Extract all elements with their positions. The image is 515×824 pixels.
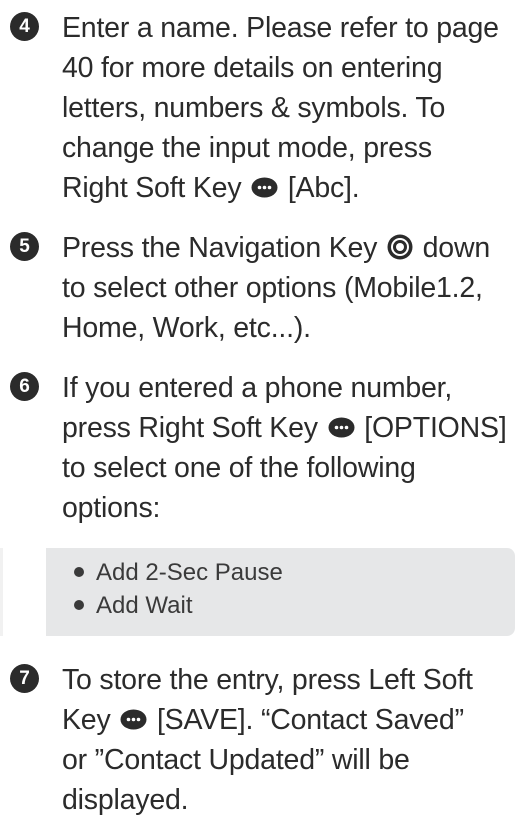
bullet-icon (74, 600, 84, 610)
manual-page: 4 Enter a name. Please refer to page 40 … (0, 0, 515, 824)
step-7-line-2: Key [SAVE]. “Contact Saved” (62, 700, 512, 740)
step-6-line-2-after: [OPTIONS] (364, 412, 507, 444)
step-5-line-1-after: down (422, 232, 491, 264)
options-list-box: Add 2-Sec Pause Add Wait (46, 548, 515, 636)
step-4-line-2: 40 for more details on entering (62, 52, 443, 84)
option-item: Add Wait (74, 589, 515, 622)
step-4-line-5: Right Soft Key [Abc]. (62, 168, 512, 208)
step-7-line-3: or ”Contact Updated” will be (62, 744, 410, 776)
step-6-line-4: options: (62, 492, 161, 524)
step-6-line-2: press Right Soft Key [OPTIONS] (62, 408, 512, 448)
options-list: Add 2-Sec Pause Add Wait (46, 548, 515, 622)
step-5-line-1-before: Press the Navigation Key (62, 232, 378, 264)
step-5-line-2: to select other options (Mobile1.2, (62, 272, 483, 304)
step-6-line-3: to select one of the following (62, 452, 416, 484)
soft-key-icon (328, 417, 355, 438)
step-4-line-1: Enter a name. Please refer to page (62, 12, 499, 44)
step-7-line-2-before: Key (62, 704, 111, 736)
step-6-text: If you entered a phone number, press Rig… (62, 368, 512, 528)
options-edge-line (0, 548, 3, 636)
step-7-text: To store the entry, press Left Soft Key … (62, 660, 512, 820)
step-4-text: Enter a name. Please refer to page 40 fo… (62, 8, 512, 208)
soft-key-icon (251, 177, 278, 198)
step-4-line-4: change the input mode, press (62, 132, 432, 164)
step-4-line-5-after: [Abc]. (287, 172, 360, 204)
step-4-line-3: letters, numbers & symbols. To (62, 92, 446, 124)
step-6-line-1: If you entered a phone number, (62, 372, 453, 404)
step-number-4: 4 (10, 12, 39, 41)
option-item: Add 2-Sec Pause (74, 556, 515, 589)
step-7-line-4: displayed. (62, 784, 189, 816)
soft-key-icon (120, 709, 147, 730)
step-number-7: 7 (10, 664, 39, 693)
step-5-line-1: Press the Navigation Key down (62, 228, 512, 268)
step-7-line-2-after: [SAVE]. “Contact Saved” (156, 704, 464, 736)
step-7-line-1: To store the entry, press Left Soft (62, 664, 473, 696)
step-5-line-3: Home, Work, etc...). (62, 312, 311, 344)
step-6-line-2-before: press Right Soft Key (62, 412, 318, 444)
option-label: Add 2-Sec Pause (96, 559, 283, 586)
bullet-icon (74, 567, 84, 577)
step-number-5: 5 (10, 232, 39, 261)
step-number-6: 6 (10, 372, 39, 401)
step-4-line-5-before: Right Soft Key (62, 172, 242, 204)
navigation-key-icon (387, 234, 413, 260)
step-5-text: Press the Navigation Key down to select … (62, 228, 512, 348)
option-label: Add Wait (96, 592, 193, 619)
